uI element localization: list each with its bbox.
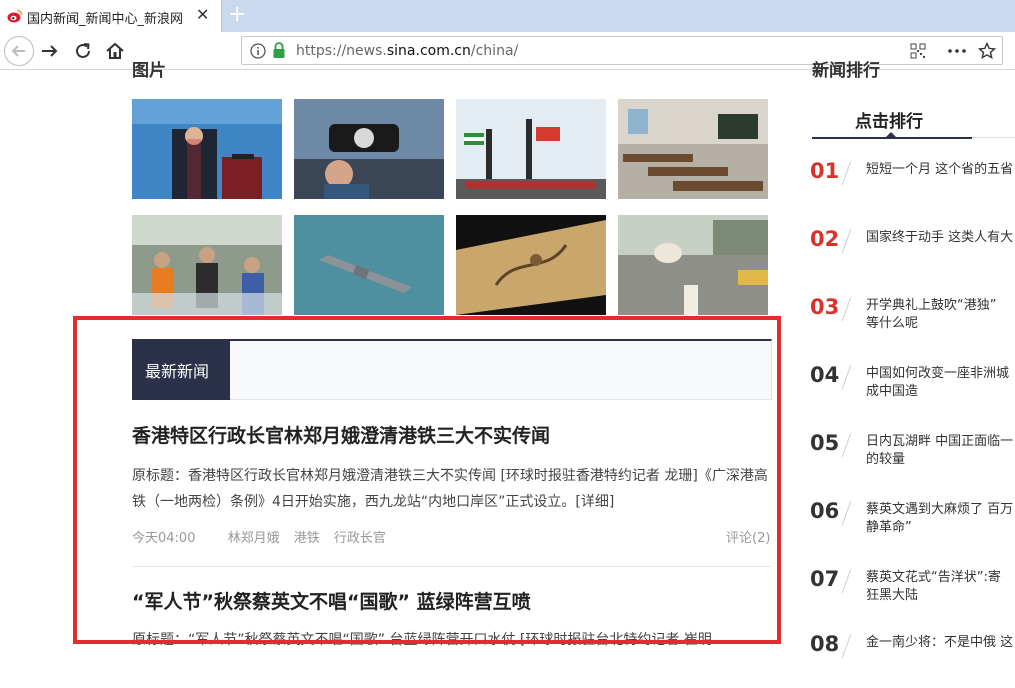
rank-separator <box>841 634 852 658</box>
rank-item[interactable]: 05 日内瓦湖畔 中国正面临一 的较量 <box>810 431 1015 487</box>
rank-item[interactable]: 01 短短一个月 这个省的五省 <box>810 159 1015 215</box>
home-icon[interactable] <box>104 40 126 62</box>
qr-code-icon[interactable] <box>910 43 926 59</box>
photo-thumbnail[interactable] <box>618 215 768 315</box>
rank-title[interactable]: 蔡英文遇到大麻烦了 百万 静革命” <box>866 501 1015 537</box>
rank-number: 01 <box>810 159 840 183</box>
browser-tab-active[interactable]: 国内新闻_新闻中心_新浪网 ✕ <box>0 0 222 32</box>
rank-item[interactable]: 06 蔡英文遇到大麻烦了 百万 静革命” <box>810 499 1015 555</box>
rank-item[interactable]: 02 国家终于动手 这类人有大 <box>810 227 1015 283</box>
rank-number: 02 <box>810 227 840 251</box>
highlight-box <box>73 316 781 644</box>
photo-thumbnail[interactable] <box>132 215 282 315</box>
address-bar[interactable]: https://news.sina.com.cn/china/ <box>241 36 1003 65</box>
more-options-icon[interactable] <box>948 49 966 53</box>
rank-item[interactable]: 07 蔡英文花式“告洋状”:寄 狂黑大陆 <box>810 567 1015 623</box>
new-tab-icon[interactable]: + <box>228 2 246 28</box>
lock-icon <box>273 42 285 58</box>
rank-tab-underline <box>812 137 972 139</box>
photo-thumbnail[interactable] <box>294 215 444 315</box>
rank-tab-clicks[interactable]: 点击排行 <box>855 107 923 132</box>
rank-separator <box>841 229 852 253</box>
rank-title[interactable]: 金一南少将：不是中俄 这 <box>866 634 1015 652</box>
rank-title[interactable]: 日内瓦湖畔 中国正面临一 的较量 <box>866 433 1015 469</box>
rank-number: 04 <box>810 363 840 387</box>
back-arrow-icon <box>11 45 25 57</box>
rank-item[interactable]: 08 金一南少将：不是中俄 这 <box>810 632 1015 688</box>
forward-arrow-icon[interactable] <box>38 40 60 62</box>
photo-thumbnail[interactable] <box>132 99 282 199</box>
sina-logo-icon <box>7 9 23 23</box>
rank-item[interactable]: 03 开学典礼上鼓吹“港独” 等什么呢 <box>810 295 1015 351</box>
rank-number: 05 <box>810 431 840 455</box>
photo-section-heading: 图片 <box>132 61 166 81</box>
photo-thumbnail[interactable] <box>618 99 768 199</box>
photo-thumbnail[interactable] <box>456 215 606 315</box>
rank-title[interactable]: 国家终于动手 这类人有大 <box>866 229 1015 247</box>
rank-item[interactable]: 04 中国如何改变一座非洲城 成中国造 <box>810 363 1015 419</box>
photo-thumbnail[interactable] <box>456 99 606 199</box>
rank-separator <box>841 569 852 593</box>
rank-tab-caret-icon <box>886 132 896 137</box>
rank-separator <box>841 365 852 389</box>
rank-divider <box>972 137 1015 138</box>
rank-number: 06 <box>810 499 840 523</box>
rank-separator <box>841 501 852 525</box>
rank-title[interactable]: 开学典礼上鼓吹“港独” 等什么呢 <box>866 297 1015 333</box>
rank-separator <box>841 161 852 185</box>
bookmark-star-icon[interactable] <box>978 42 996 60</box>
rank-title[interactable]: 短短一个月 这个省的五省 <box>866 161 1015 179</box>
rank-separator <box>841 297 852 321</box>
photo-thumbnail[interactable] <box>294 99 444 199</box>
rank-title[interactable]: 蔡英文花式“告洋状”:寄 狂黑大陆 <box>866 569 1015 605</box>
rank-title[interactable]: 中国如何改变一座非洲城 成中国造 <box>866 365 1015 401</box>
tab-bar: 国内新闻_新闻中心_新浪网 ✕ + <box>0 0 1015 32</box>
info-icon[interactable] <box>250 43 266 59</box>
rank-number: 03 <box>810 295 840 319</box>
reload-icon[interactable] <box>72 40 94 62</box>
rank-number: 07 <box>810 567 840 591</box>
close-tab-icon[interactable]: ✕ <box>196 6 209 24</box>
rank-separator <box>841 433 852 457</box>
back-button[interactable] <box>4 36 34 66</box>
url-text: https://news.sina.com.cn/china/ <box>296 43 519 59</box>
tab-title: 国内新闻_新闻中心_新浪网 <box>27 12 184 27</box>
ranking-section-heading: 新闻排行 <box>812 61 880 81</box>
rank-number: 08 <box>810 632 840 656</box>
